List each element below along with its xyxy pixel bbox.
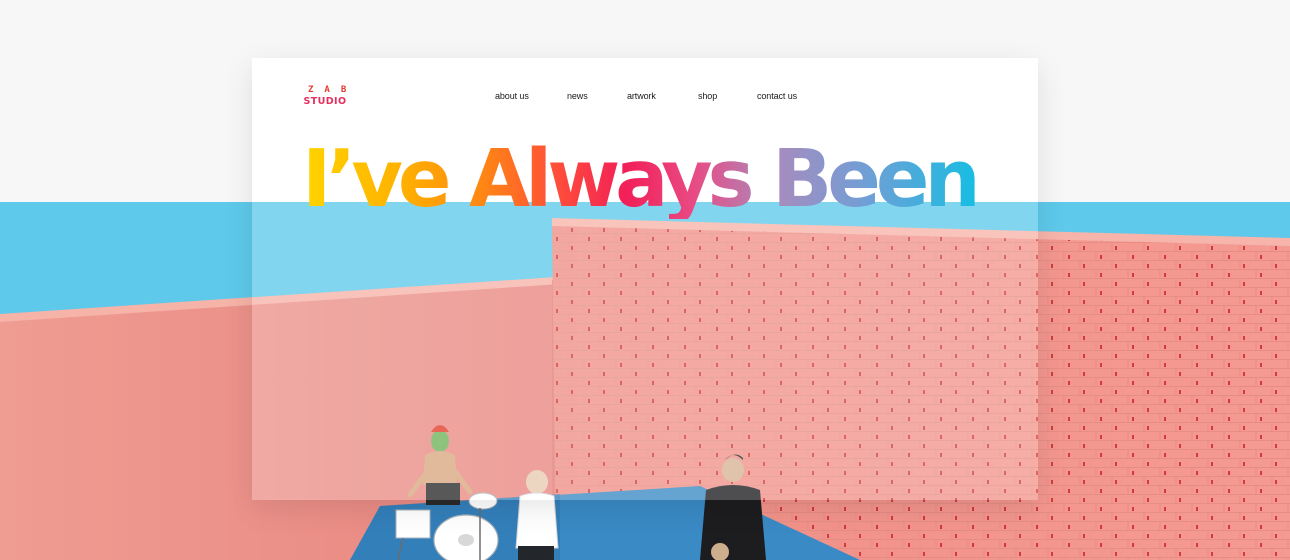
nav-news[interactable]: news	[567, 91, 588, 101]
main-nav: about us news artwork shop contact us	[252, 91, 1038, 105]
hero-headline: I’ve Always Been	[302, 133, 981, 225]
nav-about-us[interactable]: about us	[495, 91, 529, 101]
website-card: ZAB STUDIO about us news artwork shop co…	[252, 58, 1038, 500]
nav-artwork[interactable]: artwork	[627, 91, 656, 101]
nav-shop[interactable]: shop	[698, 91, 717, 101]
nav-contact-us[interactable]: contact us	[757, 91, 797, 101]
